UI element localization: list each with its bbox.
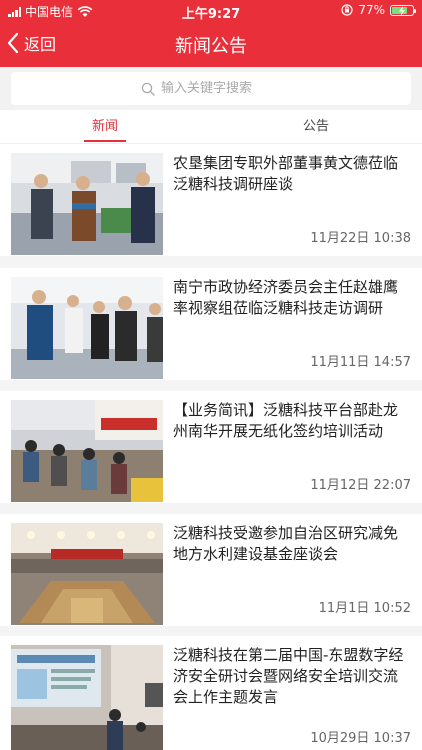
news-title: 农垦集团专职外部董事黄文德莅临泛糖科技调研座谈: [173, 154, 399, 193]
news-date: 11月1日 10:52: [318, 601, 411, 616]
news-thumbnail: [11, 523, 163, 625]
news-date: 11月12日 22:07: [310, 478, 411, 493]
search-box[interactable]: [11, 72, 411, 105]
list-item[interactable]: 【业务简讯】泛糖科技平台部赴龙州南华开展无纸化签约培训活动 11月12日 22:…: [0, 391, 422, 503]
news-title: 泛糖科技受邀参加自治区研究减免地方水利建设基金座谈会: [173, 524, 399, 563]
news-title: 泛糖科技在第二届中国-东盟数字经济安全研讨会暨网络安全培训交流会上作主题发言: [173, 646, 404, 706]
list-item[interactable]: 泛糖科技受邀参加自治区研究减免地方水利建设基金座谈会 11月1日 10:52: [0, 514, 422, 626]
list-item[interactable]: 南宁市政协经济委员会主任赵雄鹰率视察组莅临泛糖科技走访调研 11月11日 14:…: [0, 268, 422, 380]
search-bar: [0, 67, 422, 110]
status-bar: 中国电信 上午9:27 77%: [0, 0, 422, 22]
news-thumbnail: [11, 153, 163, 255]
list-item[interactable]: 农垦集团专职外部董事黄文德莅临泛糖科技调研座谈 11月22日 10:38: [0, 144, 422, 256]
tab-news[interactable]: 新闻: [82, 110, 128, 144]
news-date: 11月11日 14:57: [310, 355, 411, 370]
battery-icon: [390, 4, 416, 16]
rotation-lock-icon: [341, 4, 353, 16]
tab-bar: 新闻 公告: [0, 110, 422, 144]
news-thumbnail: [11, 277, 163, 379]
search-input[interactable]: [161, 81, 281, 96]
search-icon: [141, 82, 155, 96]
news-title: 南宁市政协经济委员会主任赵雄鹰率视察组莅临泛糖科技走访调研: [173, 278, 399, 317]
news-list: 农垦集团专职外部董事黄文德莅临泛糖科技调研座谈 11月22日 10:38 南宁市…: [0, 144, 422, 750]
news-date: 10月29日 10:37: [310, 731, 411, 746]
header: 中国电信 上午9:27 77% 返回 新闻公告: [0, 0, 422, 67]
news-thumbnail: [11, 645, 163, 750]
page-title: 新闻公告: [175, 36, 247, 57]
news-title: 【业务简讯】泛糖科技平台部赴龙州南华开展无纸化签约培训活动: [173, 401, 399, 440]
status-right: 77%: [341, 3, 416, 17]
nav-bar: 返回 新闻公告: [0, 22, 422, 66]
news-thumbnail: [11, 400, 163, 502]
tab-notice[interactable]: 公告: [294, 110, 338, 144]
battery-percent: 77%: [358, 3, 385, 17]
charging-bolt-icon: [399, 5, 405, 16]
news-date: 11月22日 10:38: [310, 231, 411, 246]
list-item[interactable]: 泛糖科技在第二届中国-东盟数字经济安全研讨会暨网络安全培训交流会上作主题发言 1…: [0, 636, 422, 750]
